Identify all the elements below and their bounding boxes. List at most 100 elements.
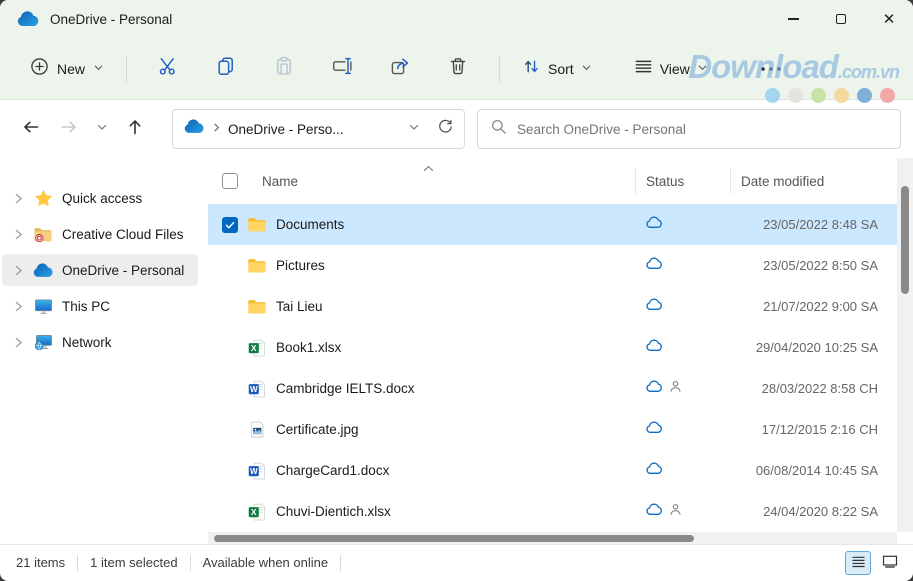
new-button[interactable]: New [20,49,114,89]
large-icons-view-icon [882,555,898,571]
column-header-name[interactable]: Name [208,173,635,189]
column-header-date-modified[interactable]: Date modified [730,168,888,194]
share-button[interactable] [371,49,429,89]
sidebar-item-label: OneDrive - Personal [62,263,184,278]
address-dropdown-chevron-icon[interactable] [408,120,420,138]
file-name: Chuvi-Dientich.xlsx [276,504,391,519]
large-icons-view-toggle[interactable] [877,551,903,575]
sidebar-item-creative-cloud-files[interactable]: Creative Cloud Files [2,218,198,250]
file-date-modified: 23/05/2022 8:50 SA [730,258,888,273]
sidebar-item-onedrive-personal[interactable]: OneDrive - Personal [2,254,198,286]
back-button[interactable] [14,112,48,146]
file-name: ChargeCard1.docx [276,463,389,478]
file-row-chargecard1-docx[interactable]: WChargeCard1.docx06/08/2014 10:45 SA [208,450,913,491]
copy-button[interactable] [197,49,255,89]
close-button[interactable]: ✕ [865,0,913,38]
sidebar-item-label: Quick access [62,191,142,206]
address-bar[interactable]: OneDrive - Perso... [172,109,465,149]
expand-chevron-icon[interactable] [10,264,26,277]
sidebar-item-network[interactable]: Network [2,326,198,358]
file-status-cell [635,421,730,439]
column-header-row: Name Status Date modified [208,158,913,204]
cloud-online-icon [645,339,663,357]
file-row-chuvi-dientich-xlsx[interactable]: XChuvi-Dientich.xlsx24/04/2020 8:22 SA [208,491,913,532]
search-box[interactable] [477,109,901,149]
share-icon [390,56,410,81]
toolbar-separator [126,55,127,83]
up-button[interactable] [118,112,152,146]
rename-button[interactable] [313,49,371,89]
statusbar-separator [77,555,78,571]
sidebar-item-quick-access[interactable]: Quick access [2,182,198,214]
expand-chevron-icon[interactable] [10,300,26,313]
expand-chevron-icon[interactable] [10,336,26,349]
delete-trash-icon [448,56,468,81]
sort-button[interactable]: Sort [512,49,602,89]
vertical-scrollbar[interactable] [897,158,913,532]
file-row-tai-lieu[interactable]: Tai Lieu21/07/2022 9:00 SA [208,286,913,327]
navigation-bar: OneDrive - Perso... [0,100,913,158]
creative-cloud-icon [32,226,54,243]
view-button[interactable]: View [624,49,718,89]
forward-arrow-icon [59,117,79,142]
vertical-scrollbar-thumb[interactable] [901,186,909,294]
horizontal-scrollbar-thumb[interactable] [214,535,694,542]
command-toolbar: New Sort View [0,38,913,100]
file-row-documents[interactable]: Documents23/05/2022 8:48 SA [208,204,913,245]
more-options-button[interactable] [742,49,800,89]
select-all-checkbox[interactable] [222,173,238,189]
minimize-button[interactable] [769,0,817,38]
chevron-down-icon [96,120,108,138]
horizontal-scrollbar[interactable] [208,532,897,544]
word-file-icon: W [246,462,268,480]
file-row-certificate-jpg[interactable]: Certificate.jpg17/12/2015 2:16 CH [208,409,913,450]
search-input[interactable] [517,122,888,137]
file-name: Book1.xlsx [276,340,341,355]
sidebar-item-label: Network [62,335,112,350]
cloud-online-icon [645,503,663,521]
shared-person-icon [669,380,682,398]
file-date-modified: 29/04/2020 10:25 SA [730,340,888,355]
details-view-toggle[interactable] [845,551,871,575]
file-date-modified: 21/07/2022 9:00 SA [730,299,888,314]
close-icon: ✕ [883,12,896,27]
file-row-pictures[interactable]: Pictures 23/05/2022 8:50 SA [208,245,913,286]
svg-text:W: W [250,385,258,394]
expand-chevron-icon[interactable] [10,192,26,205]
file-name-cell: Pictures [208,257,635,274]
refresh-button[interactable] [436,118,454,141]
breadcrumb-chevron-icon [211,120,222,138]
file-name-cell: W ChargeCard1.docx [208,462,635,480]
row-checkbox-checked[interactable] [222,217,238,233]
word-file-icon: W [246,380,268,398]
watermark-text-suffix: .com.vn [838,62,899,82]
cloud-online-icon [645,380,663,398]
view-button-label: View [660,61,690,77]
file-name-cell: Documents [208,216,635,233]
chevron-down-icon [93,60,104,78]
file-status-cell [635,462,730,480]
onedrive-cloud-icon [16,11,40,28]
file-status-cell [635,380,730,398]
file-status-cell [635,216,730,234]
expand-chevron-icon[interactable] [10,228,26,241]
excel-file-icon: X [246,503,268,521]
column-header-status[interactable]: Status [635,168,730,194]
star-icon [32,189,54,207]
file-name: Cambridge IELTS.docx [276,381,415,396]
window-title: OneDrive - Personal [50,12,172,27]
chevron-down-icon [697,60,708,78]
image-file-icon [246,421,268,438]
file-row-cambridge-ielts-docx[interactable]: WCambridge IELTS.docx28/03/2022 8:58 CH [208,368,913,409]
delete-button[interactable] [429,49,487,89]
cut-button[interactable] [139,49,197,89]
recent-locations-button[interactable] [90,112,114,146]
sidebar-item-label: Creative Cloud Files [62,227,184,242]
breadcrumb-location[interactable]: OneDrive - Perso... [228,122,344,137]
file-row-book1-xlsx[interactable]: XBook1.xlsx29/04/2020 10:25 SA [208,327,913,368]
forward-button[interactable] [52,112,86,146]
chevron-down-icon [581,60,592,78]
sidebar-item-this-pc[interactable]: This PC [2,290,198,322]
maximize-button[interactable] [817,0,865,38]
paste-button[interactable] [255,49,313,89]
